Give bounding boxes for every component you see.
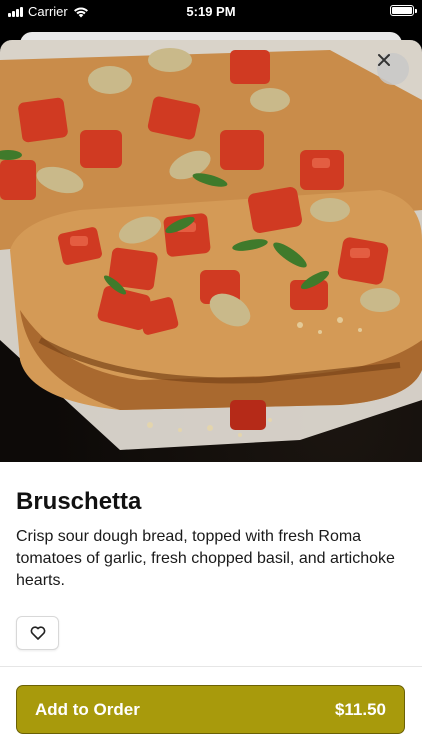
item-description: Crisp sour dough bread, topped with fres…: [16, 528, 395, 589]
close-button[interactable]: [377, 53, 409, 85]
status-bar: Carrier 5:19 PM: [0, 0, 422, 22]
bruschetta-illustration: [0, 40, 422, 450]
bruschetta-photo: [0, 40, 422, 462]
battery-icon: [390, 5, 417, 16]
item-detail-sheet: Bruschetta Crisp sour dough bread, toppe…: [0, 40, 422, 750]
add-to-order-button[interactable]: Add to Order $11.50: [16, 685, 405, 734]
divider: [0, 666, 422, 667]
item-title: Bruschetta: [16, 488, 142, 515]
add-to-order-label: Add to Order: [35, 699, 140, 719]
status-time: 5:19 PM: [186, 4, 236, 19]
price-label: $11.50: [334, 699, 386, 719]
favorite-button[interactable]: [16, 616, 59, 650]
heart-icon: [30, 626, 45, 640]
close-icon: [378, 54, 390, 66]
